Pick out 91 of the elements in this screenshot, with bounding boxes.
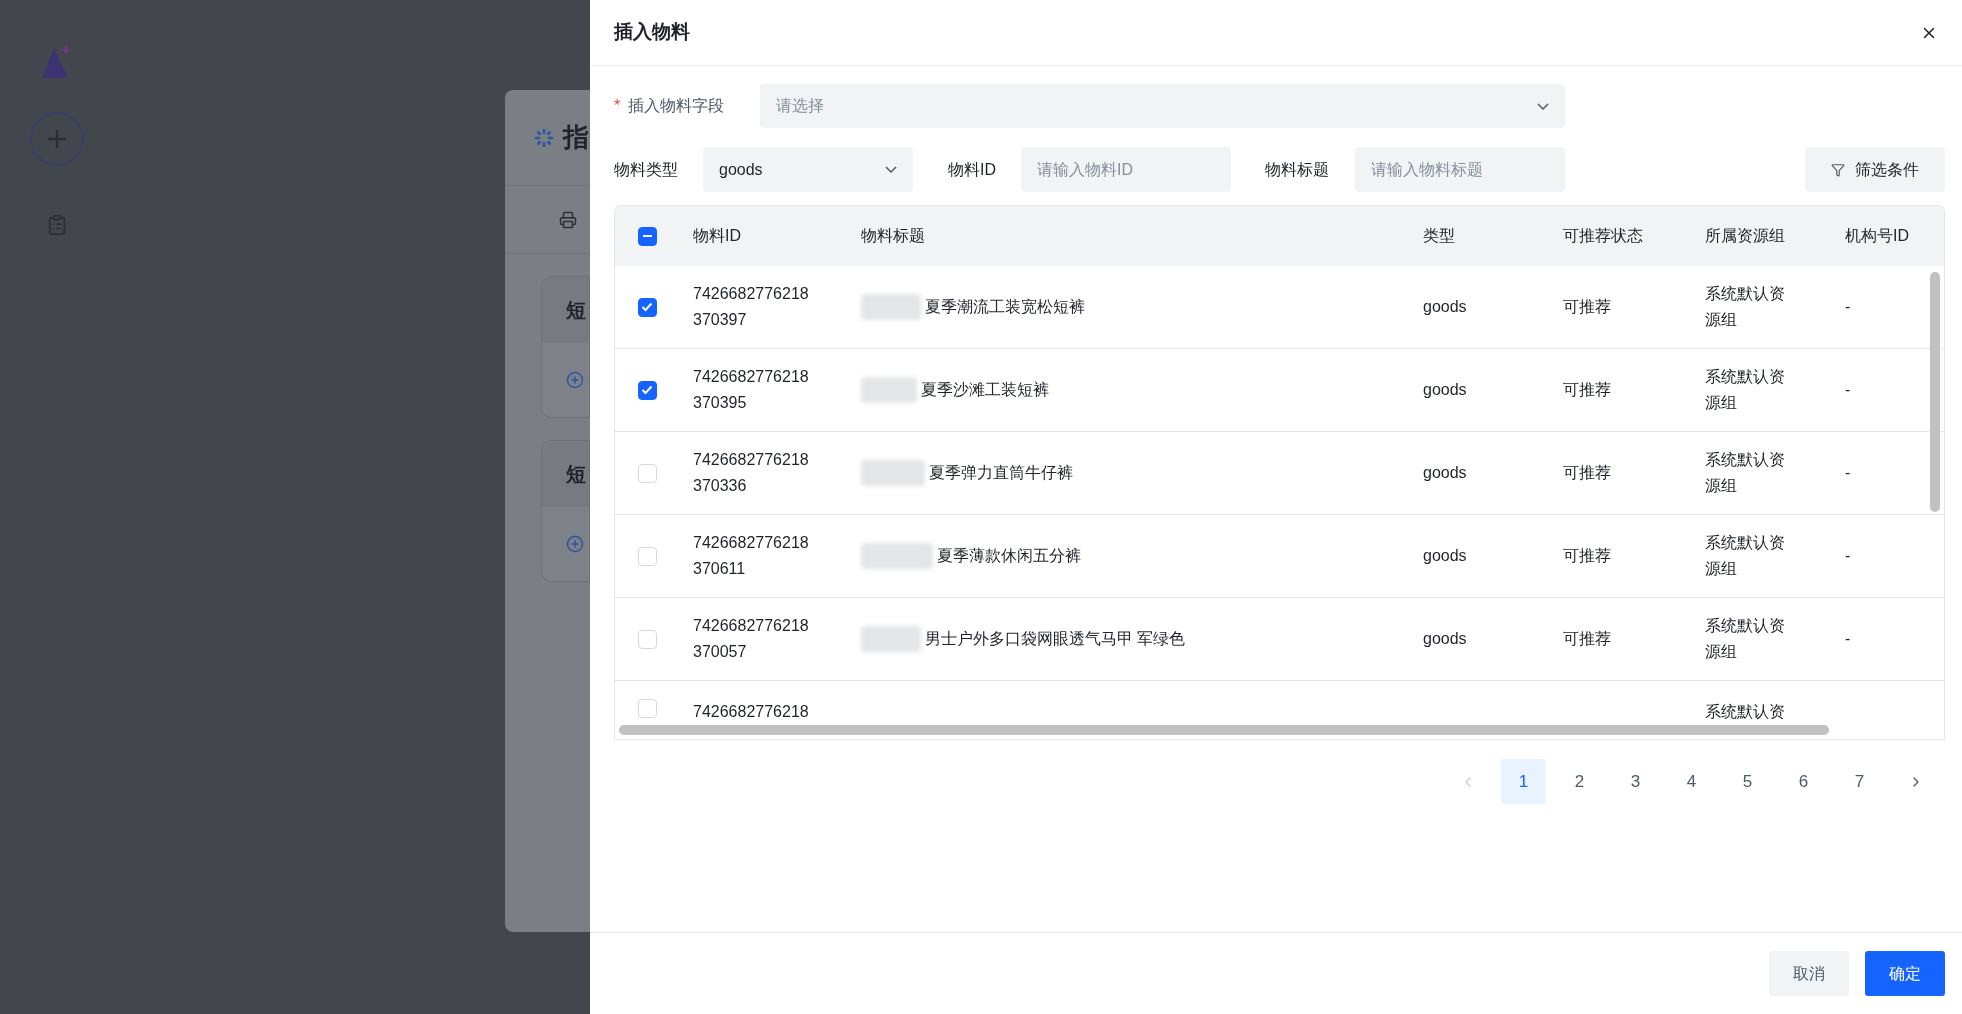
group-text: 系统默认资 <box>1705 284 1786 304</box>
group-text: 源组 <box>1705 476 1738 496</box>
status-text: 可推荐 <box>1563 547 1611 564</box>
status-text: 可推荐 <box>1563 464 1611 481</box>
id-text: 7426682776218 <box>693 533 810 553</box>
title-text: 夏季沙滩工装短裤 <box>921 380 1049 400</box>
column-header: 所属资源组 <box>1705 227 1785 244</box>
type-text: goods <box>1423 630 1467 647</box>
org-id-text: - <box>1845 630 1851 647</box>
filter-label: 物料类型 <box>614 159 679 180</box>
drawer-title: 插入物料 <box>614 20 690 45</box>
redacted-block <box>861 377 917 403</box>
sparkle-icon <box>533 126 555 149</box>
filter-label: 物料标题 <box>1265 159 1330 180</box>
horizontal-scrollbar[interactable] <box>619 725 1829 735</box>
title-text: 男士户外多口袋网眼透气马甲 军绿色 <box>925 629 1186 649</box>
group-text: 源组 <box>1705 310 1738 330</box>
checkbox[interactable] <box>637 226 657 246</box>
type-text: goods <box>1423 381 1467 398</box>
filter-icon <box>1831 162 1845 177</box>
vertical-scrollbar[interactable] <box>1930 272 1940 512</box>
filter-button[interactable]: 筛选条件 <box>1805 147 1945 192</box>
group-text: 源组 <box>1705 559 1738 579</box>
logo-icon <box>40 44 74 80</box>
type-text: goods <box>1423 298 1467 315</box>
type-select[interactable]: goods <box>703 147 913 192</box>
group-text: 系统默认资 <box>1705 367 1786 387</box>
redacted-block <box>861 626 921 652</box>
org-id-text: - <box>1845 547 1851 564</box>
confirm-button[interactable]: 确定 <box>1865 951 1945 996</box>
column-header: 物料标题 <box>861 227 925 244</box>
check-icon <box>641 385 653 395</box>
id-text: 370336 <box>693 476 748 496</box>
redacted-block <box>861 294 921 320</box>
page-button[interactable]: 1 <box>1501 759 1546 804</box>
checkbox[interactable] <box>637 380 657 400</box>
type-text: goods <box>1423 464 1467 481</box>
org-id-text: - <box>1845 298 1851 315</box>
page-button[interactable]: 5 <box>1725 759 1770 804</box>
id-text: 7426682776218 <box>693 367 810 387</box>
page-button[interactable]: 6 <box>1781 759 1826 804</box>
id-text: 7426682776218 <box>693 702 810 722</box>
page-button[interactable]: 4 <box>1669 759 1714 804</box>
id-text: 370611 <box>693 559 747 579</box>
checkbox[interactable] <box>637 297 657 317</box>
column-header: 类型 <box>1423 227 1455 244</box>
column-header: 机构号ID <box>1845 227 1909 244</box>
page-button[interactable]: 3 <box>1613 759 1658 804</box>
type-text: goods <box>1423 547 1467 564</box>
group-text: 系统默认资 <box>1705 616 1786 636</box>
section-title: 短 <box>566 298 586 323</box>
id-text: 370397 <box>693 310 748 330</box>
redacted-block <box>861 460 925 486</box>
add-icon[interactable] <box>566 371 584 389</box>
group-text: 系统默认资 <box>1705 702 1786 722</box>
filter-label: 物料ID <box>948 159 997 180</box>
cancel-button[interactable]: 取消 <box>1769 951 1849 996</box>
id-text: 7426682776218 <box>693 450 810 470</box>
section-title: 短 <box>566 462 586 487</box>
title-text: 夏季潮流工装宽松短裤 <box>925 297 1085 317</box>
group-text: 源组 <box>1705 393 1738 413</box>
panel-title: 指 <box>563 121 589 154</box>
status-text: 可推荐 <box>1563 381 1611 398</box>
page-button[interactable]: 2 <box>1557 759 1602 804</box>
column-header: 物料ID <box>693 227 741 244</box>
add-button[interactable] <box>30 112 84 166</box>
title-text: 夏季薄款休闲五分裤 <box>937 546 1081 566</box>
field-label: 插入物料字段 <box>628 96 725 116</box>
title-text: 夏季弹力直筒牛仔裤 <box>929 463 1073 483</box>
id-text: 370057 <box>693 642 748 662</box>
id-input[interactable]: 请输入物料ID <box>1021 147 1231 192</box>
status-text: 可推荐 <box>1563 298 1611 315</box>
group-text: 源组 <box>1705 642 1738 662</box>
org-id-text: - <box>1845 381 1851 398</box>
title-input[interactable]: 请输入物料标题 <box>1355 147 1565 192</box>
column-header: 可推荐状态 <box>1563 227 1643 244</box>
id-text: 7426682776218 <box>693 284 810 304</box>
required-mark: * <box>614 96 621 116</box>
add-icon[interactable] <box>566 535 584 553</box>
group-text: 系统默认资 <box>1705 533 1786 553</box>
id-text: 7426682776218 <box>693 616 810 636</box>
id-text: 370395 <box>693 393 748 413</box>
check-icon <box>641 302 653 312</box>
clipboard-icon[interactable] <box>46 214 68 236</box>
org-id-text: - <box>1845 464 1851 481</box>
status-text: 可推荐 <box>1563 630 1611 647</box>
group-text: 系统默认资 <box>1705 450 1786 470</box>
redacted-block <box>861 543 933 569</box>
chevron-down-icon <box>1537 102 1549 110</box>
page-button[interactable]: 7 <box>1837 759 1882 804</box>
chevron-down-icon <box>885 166 897 173</box>
